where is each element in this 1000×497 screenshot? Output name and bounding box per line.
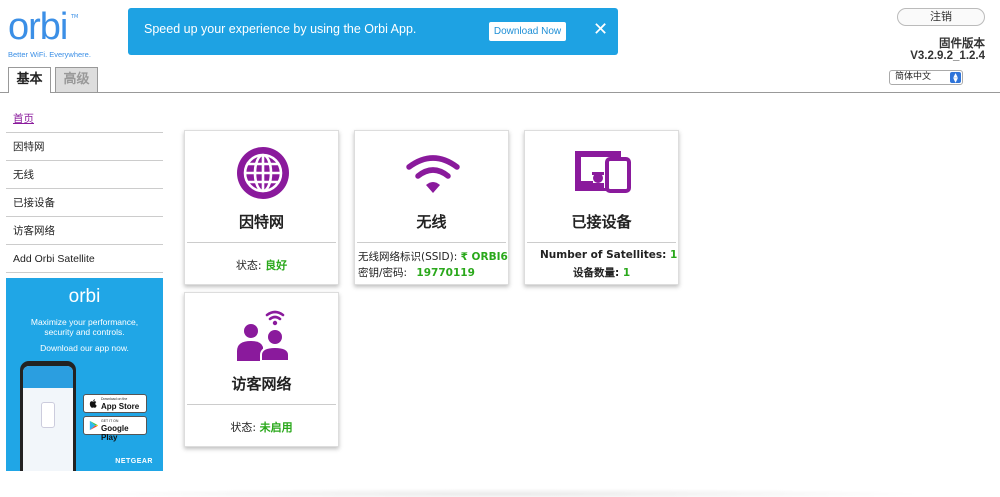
apple-icon (89, 399, 97, 408)
router-admin-page: orbi TM Better WiFi. Everywhere. Speed u… (0, 0, 1000, 497)
logo-tm: TM (71, 14, 79, 20)
guest-network-icon (237, 310, 290, 362)
appstore-small-text: Download on the (101, 397, 128, 401)
guest-status-value: 未启用 (259, 421, 293, 434)
logout-button[interactable]: 注销 (897, 8, 985, 26)
netgear-brand: NETGEAR (115, 458, 153, 465)
sidebar-item-internet[interactable]: 因特网 (6, 133, 163, 161)
googleplay-small-text: GET IT ON (101, 419, 119, 423)
phone-screen (23, 366, 73, 471)
promo-line-2: security and controls. (44, 327, 125, 337)
internet-status: 状态: 良好 (185, 257, 338, 273)
guest-network-status: 状态: 未启用 (185, 419, 338, 435)
close-icon[interactable]: ✕ (593, 21, 608, 39)
device-count-label: 设备数量: (573, 267, 620, 279)
tab-basic[interactable]: 基本 (8, 67, 51, 93)
appstore-big-text: App Store (101, 402, 140, 411)
firmware-version: V3.2.9.2_1.2.4 (910, 50, 985, 62)
sidebar-item-wireless[interactable]: 无线 (6, 161, 163, 189)
password-value: 19770119 (416, 267, 475, 279)
satellites-value: 1 (669, 249, 678, 261)
ssid-label: 无线网络标识(SSID): (358, 251, 458, 263)
language-value: 简体中文 (895, 72, 932, 82)
app-store-button[interactable]: Download on the App Store (83, 394, 147, 413)
tab-advanced[interactable]: 高级 (55, 67, 98, 93)
language-select[interactable]: 简体中文 ▲ ▼ (889, 70, 963, 85)
sidebar-item-attached-devices[interactable]: 已接设备 (6, 189, 163, 217)
password-row: 密钥/密码: 19770119 (358, 265, 475, 280)
promo-logo: orbi (68, 286, 101, 307)
tab-divider (0, 92, 1000, 93)
bottom-shadow (80, 488, 930, 497)
logo-word: orbi (8, 6, 68, 48)
card-divider (357, 242, 506, 243)
card-divider (187, 242, 336, 243)
firmware-label: 固件版本 (939, 36, 985, 50)
satellites-row: Number of Satellites: 1 (540, 249, 677, 261)
card-divider (527, 242, 676, 243)
satellites-label: Number of Satellites: (540, 249, 667, 261)
internet-status-label: 状态: (235, 259, 262, 272)
promo-line-1: Maximize your performance, (30, 317, 139, 327)
promo-tagline: Maximize your performance, security and … (6, 317, 163, 337)
wireless-card-title: 无线 (416, 213, 447, 231)
device-count-row: 设备数量: 1 (573, 265, 630, 280)
sidebar-nav: 首页 因特网 无线 已接设备 访客网络 Add Orbi Satellite (6, 105, 163, 273)
devices-icon (575, 151, 631, 193)
internet-status-value: 良好 (265, 259, 288, 272)
sidebar-item-home[interactable]: 首页 (6, 105, 163, 133)
sidebar-item-add-satellite[interactable]: Add Orbi Satellite (6, 245, 163, 273)
ssid-row: 无线网络标识(SSID): ₹ ORBI6 (358, 249, 508, 264)
password-label: 密钥/密码: (358, 267, 408, 279)
internet-card-title: 因特网 (238, 213, 284, 231)
guest-network-card-title: 访客网络 (231, 375, 292, 393)
google-play-button[interactable]: GET IT ON Google Play (83, 416, 147, 442)
attached-devices-card-title: 已接设备 (571, 213, 632, 231)
globe-icon (237, 147, 289, 199)
card-divider (187, 404, 336, 405)
wifi-icon (406, 155, 460, 193)
guest-network-card[interactable]: 访客网络 状态: 未启用 (184, 292, 339, 447)
orbi-logo[interactable]: orbi TM Better WiFi. Everywhere. (8, 6, 91, 59)
wireless-card[interactable]: 无线 无线网络标识(SSID): ₹ ORBI6 密钥/密码: 19770119 (354, 130, 509, 285)
google-play-icon (89, 420, 99, 431)
banner-text: Speed up your experience by using the Or… (144, 22, 417, 36)
device-count-value: 1 (622, 267, 631, 279)
app-promo-ad[interactable]: orbi Maximize your performance, security… (6, 278, 163, 471)
download-now-button[interactable]: Download Now (489, 22, 566, 41)
app-banner: Speed up your experience by using the Or… (128, 8, 618, 55)
googleplay-big-text: Google Play (101, 424, 129, 442)
attached-devices-card[interactable]: 已接设备 Number of Satellites: 1 设备数量: 1 (524, 130, 679, 285)
updown-arrow-icon: ▲ ▼ (950, 72, 961, 84)
ssid-value: ₹ ORBI6 (460, 251, 508, 263)
promo-download-text: Download our app now. (40, 343, 129, 353)
internet-card[interactable]: 因特网 状态: 良好 (184, 130, 339, 285)
phone-app-header (23, 366, 73, 388)
logo-tagline: Better WiFi. Everywhere. (8, 50, 91, 59)
orbi-device-image (41, 402, 55, 428)
phone-image (20, 361, 76, 471)
sidebar-item-guest-network[interactable]: 访客网络 (6, 217, 163, 245)
guest-status-label: 状态: (230, 421, 257, 434)
